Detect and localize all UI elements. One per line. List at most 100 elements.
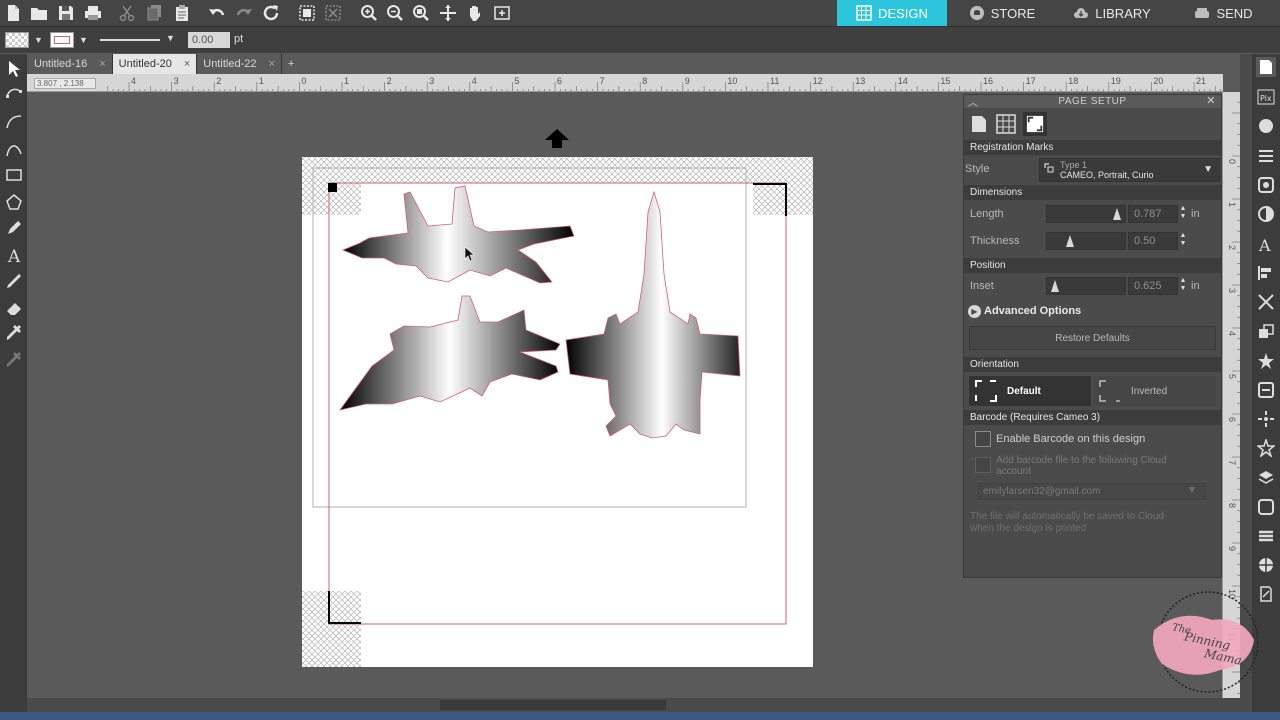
grid-view-icon[interactable] bbox=[996, 114, 1016, 134]
style-select[interactable]: Type 1 CAMEO, Portrait, Curio ▼ bbox=[1039, 158, 1220, 182]
point-edit-icon[interactable] bbox=[3, 84, 25, 106]
length-stepper[interactable]: ▲ ▼ bbox=[1179, 205, 1187, 223]
close-tab-icon[interactable]: × bbox=[268, 58, 274, 70]
inset-slider[interactable] bbox=[1046, 277, 1126, 295]
page-setup-icon[interactable] bbox=[1256, 57, 1276, 77]
orientation-default-button[interactable]: Default bbox=[969, 376, 1091, 406]
modify-icon[interactable] bbox=[1256, 351, 1276, 371]
ruler-label-vertical: 8 bbox=[1227, 503, 1237, 508]
thickness-slider[interactable] bbox=[1046, 232, 1126, 250]
paste-icon[interactable] bbox=[171, 3, 193, 23]
curve-tool-icon[interactable] bbox=[3, 138, 25, 160]
grid-icon[interactable] bbox=[1256, 555, 1276, 575]
trace-icon[interactable] bbox=[1256, 409, 1276, 429]
fill-color-swatch[interactable] bbox=[5, 32, 29, 48]
save-icon[interactable] bbox=[55, 3, 77, 23]
pixscan-icon[interactable]: Pix bbox=[1256, 87, 1276, 107]
media-settings-icon[interactable] bbox=[969, 114, 989, 134]
fill-dropdown-icon[interactable]: ▼ bbox=[34, 35, 43, 45]
replicate-icon[interactable] bbox=[1256, 322, 1276, 342]
rectangle-tool-icon[interactable] bbox=[3, 164, 25, 186]
close-tab-icon[interactable]: × bbox=[184, 58, 190, 70]
offset-icon[interactable] bbox=[1256, 380, 1276, 400]
add-page-icon[interactable] bbox=[491, 3, 513, 23]
orientation-inverted-button[interactable]: Inverted bbox=[1093, 376, 1216, 406]
ruler-label: 18 bbox=[1068, 76, 1078, 86]
tab-store[interactable]: STORE bbox=[947, 0, 1057, 26]
pan-hand-icon[interactable] bbox=[464, 3, 486, 23]
library-icon[interactable] bbox=[1256, 526, 1276, 546]
line-tool-icon[interactable] bbox=[3, 110, 25, 132]
line-style-select[interactable]: ▼ bbox=[96, 33, 178, 47]
align-icon[interactable] bbox=[1256, 263, 1276, 283]
close-tab-icon[interactable]: × bbox=[99, 58, 105, 70]
tab-send[interactable]: SEND bbox=[1167, 0, 1280, 26]
tab-library[interactable]: LIBRARY bbox=[1057, 0, 1167, 26]
add-tab-button[interactable]: + bbox=[282, 54, 300, 74]
deselect-icon[interactable] bbox=[322, 3, 344, 23]
scrollbar-thumb[interactable] bbox=[440, 700, 666, 710]
line-color-dropdown-icon[interactable]: ▼ bbox=[79, 35, 88, 45]
dropper-disabled-icon[interactable] bbox=[3, 349, 25, 371]
eraser-tool-icon[interactable] bbox=[3, 297, 25, 319]
print-icon[interactable] bbox=[82, 3, 104, 23]
zoom-selected-icon[interactable] bbox=[410, 3, 432, 23]
new-file-icon[interactable] bbox=[2, 3, 24, 23]
redo-icon[interactable] bbox=[233, 3, 255, 23]
add-barcode-checkbox[interactable] bbox=[975, 457, 991, 473]
open-folder-icon[interactable] bbox=[28, 3, 50, 23]
line-style-icon[interactable] bbox=[1256, 146, 1276, 166]
doc-tab-active[interactable]: Untitled-20 × bbox=[112, 54, 198, 74]
section-position: Position bbox=[964, 258, 1221, 273]
length-input[interactable]: 0.787 bbox=[1128, 205, 1178, 223]
fit-to-page-icon[interactable] bbox=[437, 3, 459, 23]
pencil-tool-icon[interactable] bbox=[3, 217, 25, 239]
eyedropper-icon[interactable] bbox=[3, 322, 25, 344]
slider-thumb[interactable] bbox=[1113, 208, 1121, 220]
slider-thumb[interactable] bbox=[1066, 235, 1074, 247]
zoom-in-icon[interactable] bbox=[358, 3, 380, 23]
text-tool-icon[interactable]: A bbox=[3, 244, 25, 266]
orientation-inverted-label: Inverted bbox=[1131, 385, 1168, 397]
layers-icon[interactable] bbox=[1256, 468, 1276, 488]
length-slider[interactable] bbox=[1046, 205, 1126, 223]
inset-stepper[interactable]: ▲ ▼ bbox=[1179, 277, 1187, 295]
registration-marks-icon[interactable] bbox=[1023, 112, 1047, 136]
doc-tab[interactable]: Untitled-22 × bbox=[197, 54, 282, 74]
close-icon[interactable]: ✕ bbox=[1206, 94, 1216, 107]
doc-tab[interactable]: Untitled-16 × bbox=[28, 54, 113, 74]
restore-defaults-button[interactable]: Restore Defaults bbox=[969, 326, 1216, 350]
tab-design[interactable]: DESIGN bbox=[837, 0, 947, 26]
zoom-out-icon[interactable] bbox=[384, 3, 406, 23]
copy-icon[interactable] bbox=[144, 3, 166, 23]
polygon-tool-icon[interactable] bbox=[3, 191, 25, 213]
undo-icon[interactable] bbox=[206, 3, 228, 23]
design-page-icon[interactable] bbox=[1256, 584, 1276, 604]
inset-input[interactable]: 0.625 bbox=[1128, 277, 1178, 295]
thickness-stepper[interactable]: ▲ ▼ bbox=[1179, 232, 1187, 250]
cut-icon[interactable] bbox=[116, 3, 138, 23]
tab-design-label: DESIGN bbox=[878, 5, 928, 21]
horizontal-scrollbar[interactable] bbox=[27, 698, 1240, 712]
enable-barcode-checkbox[interactable] bbox=[975, 431, 991, 447]
text-style-icon[interactable]: A bbox=[1256, 234, 1276, 254]
collapse-icon[interactable]: ︿ bbox=[968, 94, 979, 109]
silhouette-studio-window: DESIGN STORE LIBRARY SEND ▼ ▼ ▼ 0.00 pt … bbox=[0, 0, 1280, 720]
transform-icon[interactable] bbox=[1256, 292, 1276, 312]
thickness-input[interactable]: 0.50 bbox=[1128, 232, 1178, 250]
cloud-account-select[interactable]: emilylarsen32@gmail.com ▼ bbox=[978, 483, 1206, 500]
line-width-input[interactable]: 0.00 bbox=[188, 32, 230, 48]
knife-tool-icon[interactable] bbox=[3, 270, 25, 292]
fill-color-icon[interactable] bbox=[1256, 116, 1276, 136]
select-all-icon[interactable] bbox=[296, 3, 318, 23]
advanced-options-row[interactable]: ▶ Advanced Options bbox=[964, 303, 1221, 321]
transparency-icon[interactable] bbox=[1256, 204, 1276, 224]
fill-pattern-icon[interactable] bbox=[1256, 175, 1276, 195]
sketch-icon[interactable] bbox=[1256, 438, 1276, 458]
line-color-swatch[interactable] bbox=[50, 32, 74, 48]
slider-thumb[interactable] bbox=[1051, 280, 1059, 292]
select-arrow-icon[interactable] bbox=[3, 58, 25, 80]
expand-arrow-icon[interactable]: ▶ bbox=[968, 305, 981, 318]
redraw-icon[interactable] bbox=[260, 3, 282, 23]
nesting-icon[interactable] bbox=[1256, 497, 1276, 517]
